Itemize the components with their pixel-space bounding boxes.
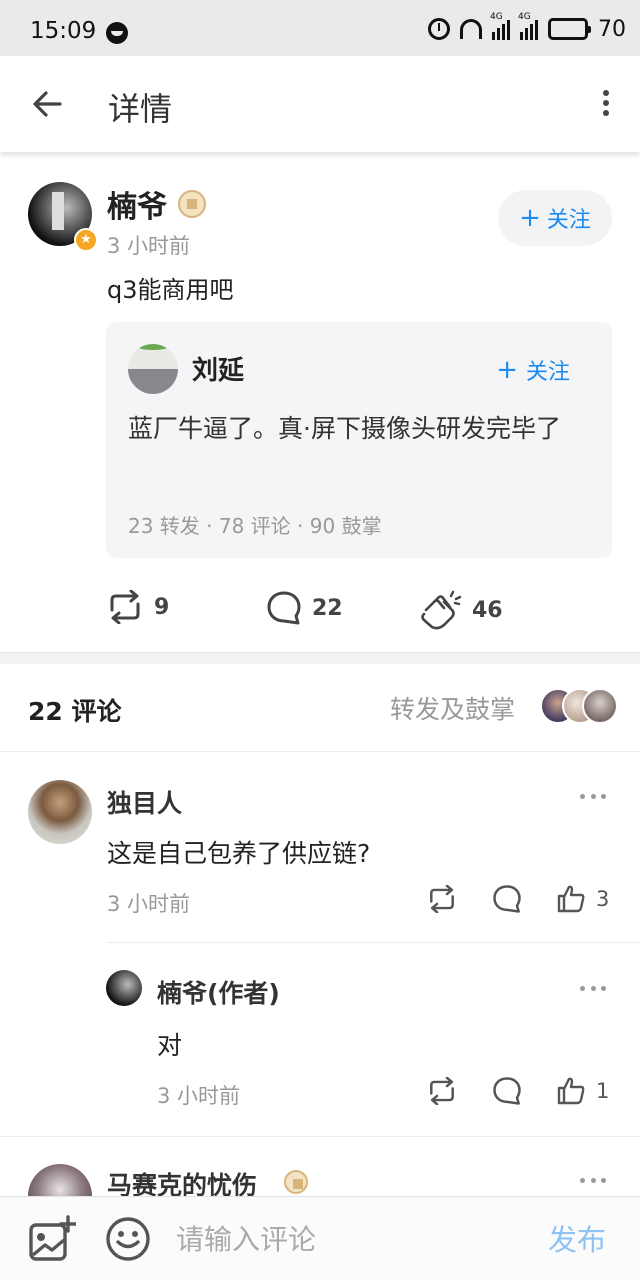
repost-icon: [430, 885, 454, 913]
clap-button[interactable]: 46: [418, 590, 503, 630]
notification-app-icon: [106, 22, 128, 44]
reply-author-name[interactable]: 楠爷(作者): [157, 974, 280, 1010]
signal-icon-2: 4G: [518, 12, 538, 40]
comment-like-count: 3: [596, 887, 610, 911]
publish-button[interactable]: 发布: [548, 1217, 606, 1259]
comment-icon: [493, 885, 521, 913]
headset-icon: [460, 19, 482, 39]
battery-icon: [548, 18, 591, 40]
level-badge-icon: [178, 190, 206, 218]
comment-input-bar: 发布: [0, 1196, 640, 1280]
clap-count: 46: [472, 597, 503, 623]
quoted-follow-label: 关注: [525, 360, 570, 385]
reply-author-avatar[interactable]: [106, 970, 142, 1006]
status-time: 15:09: [30, 18, 97, 44]
comment-item: 马赛克的忧伤: [0, 1136, 640, 1196]
commenter-avatar[interactable]: [28, 1164, 92, 1196]
status-indicators: 4G 4G 70: [428, 12, 626, 44]
reply-time: 3 小时前: [157, 1084, 241, 1108]
comments-count-label: 22 评论: [28, 697, 122, 726]
post-time: 3 小时前: [107, 234, 191, 258]
level-badge-icon: [284, 1170, 308, 1194]
reply-like-button[interactable]: 1: [556, 1076, 609, 1106]
status-bar: 15:09 4G 4G 70: [0, 0, 640, 56]
repost-icon: [110, 590, 140, 624]
alarm-icon: [428, 18, 450, 40]
comment-icon: [493, 1077, 521, 1105]
quoted-author-avatar[interactable]: [128, 344, 178, 394]
follow-label: 关注: [546, 208, 591, 233]
comment-text: 这是自己包养了供应链?: [107, 839, 371, 868]
more-options-icon[interactable]: [598, 86, 614, 122]
reply-repost-button[interactable]: [426, 1077, 458, 1105]
reply-divider: [106, 942, 640, 943]
reply-actions: 1: [426, 1076, 609, 1106]
reply-more-icon[interactable]: [580, 986, 606, 994]
comment-more-icon[interactable]: [580, 794, 606, 802]
network-type-label-2: 4G: [518, 12, 531, 22]
emoji-icon[interactable]: [104, 1215, 152, 1263]
comment-input[interactable]: [176, 1213, 516, 1265]
verified-badge-icon: ★: [74, 228, 98, 252]
plus-icon: +: [496, 355, 518, 385]
clapper-avatars[interactable]: [540, 688, 618, 728]
comment-actions: 3: [426, 884, 609, 914]
comment-time: 3 小时前: [107, 892, 191, 916]
comment-reply-button[interactable]: [492, 884, 522, 914]
follow-button[interactable]: + 关注: [498, 190, 612, 246]
repost-count: 9: [154, 594, 170, 620]
reposts-and-claps-link[interactable]: 转发及鼓掌: [390, 690, 515, 726]
battery-level: 70: [598, 16, 626, 42]
thumbs-up-icon: [557, 885, 585, 913]
comment-count: 22: [312, 595, 343, 621]
reply-reply-button[interactable]: [492, 1076, 522, 1106]
commenter-avatar[interactable]: [28, 780, 92, 844]
network-type-label: 4G: [490, 12, 503, 22]
comment-button[interactable]: 22: [266, 590, 343, 626]
repost-button[interactable]: 9: [106, 590, 169, 624]
author-name[interactable]: 楠爷: [107, 182, 167, 226]
comments-header: 22 评论 转发及鼓掌: [0, 664, 640, 752]
reply-like-count: 1: [596, 1079, 610, 1103]
app-header: 详情: [0, 56, 640, 152]
plus-icon: +: [519, 203, 541, 233]
comment-more-icon[interactable]: [580, 1178, 606, 1186]
post-text: q3能商用吧: [107, 276, 234, 304]
back-arrow-icon[interactable]: [30, 86, 66, 122]
reply-text: 对: [157, 1031, 183, 1060]
comment-like-button[interactable]: 3: [556, 884, 609, 914]
page-title: 详情: [108, 90, 173, 128]
quoted-post-stats: 23 转发 · 78 评论 · 90 鼓掌: [128, 514, 382, 538]
commenter-name[interactable]: 独目人: [107, 784, 182, 820]
commenter-name[interactable]: 马赛克的忧伤: [107, 1166, 257, 1196]
quoted-follow-button[interactable]: + 关注: [496, 354, 570, 386]
avatar: [582, 688, 618, 724]
clap-icon: [421, 590, 462, 630]
add-image-icon[interactable]: [28, 1215, 76, 1263]
post: ★ 楠爷 3 小时前 + 关注 q3能商用吧 刘延 + 关注 蓝厂牛逼了。真·屏…: [0, 152, 640, 652]
comment-repost-button[interactable]: [426, 885, 458, 913]
signal-icon: 4G: [490, 12, 510, 40]
quoted-post-text: 蓝厂牛逼了。真·屏下摄像头研发完毕了: [128, 414, 561, 443]
quoted-author-name[interactable]: 刘延: [192, 350, 244, 387]
post-action-bar: 9 22 46: [0, 582, 640, 632]
section-divider: [0, 652, 640, 664]
comment-item: 独目人 这是自己包养了供应链? 3 小时前 3 楠爷(作者) 对 3 小时前 1: [0, 752, 640, 1136]
quoted-post-card[interactable]: 刘延 + 关注 蓝厂牛逼了。真·屏下摄像头研发完毕了 23 转发 · 78 评论…: [106, 322, 612, 558]
comment-icon: [267, 591, 301, 625]
thumbs-up-icon: [557, 1077, 585, 1105]
repost-icon: [430, 1077, 454, 1105]
